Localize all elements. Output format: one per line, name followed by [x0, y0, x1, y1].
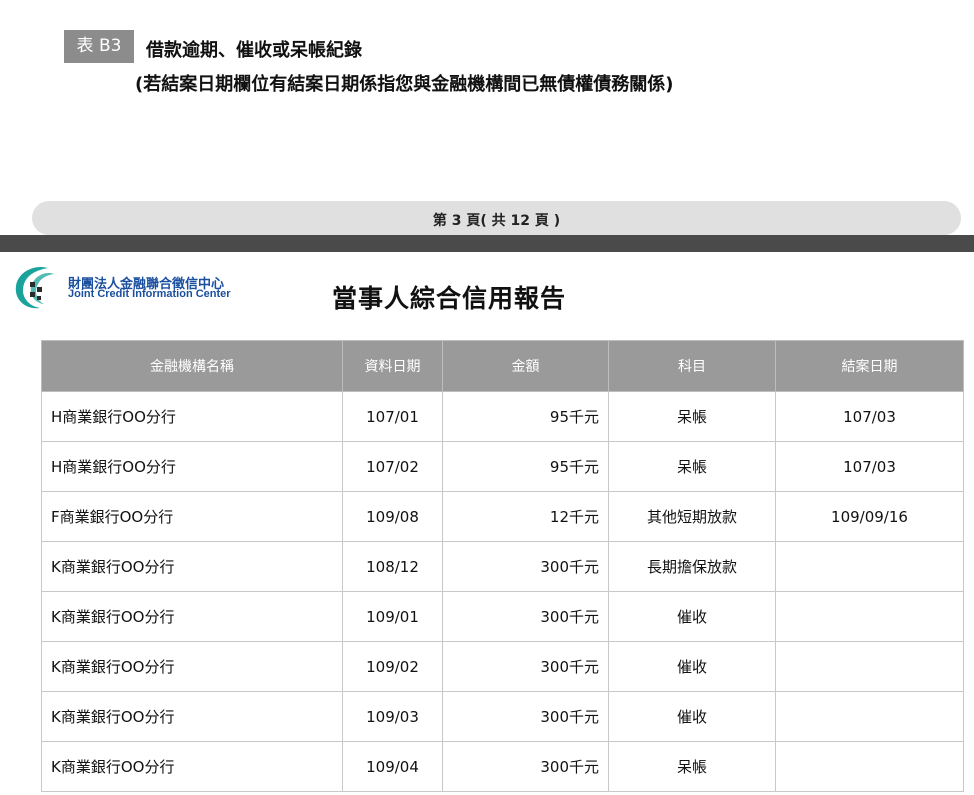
cell-amount: 300千元	[442, 541, 609, 592]
cell-data-date: 109/04	[342, 741, 443, 792]
section-subtitle: (若結案日期欄位有結案日期係指您與金融機構間已無債權債務關係)	[135, 74, 674, 95]
cell-data-date: 109/03	[342, 691, 443, 742]
cell-close-date	[775, 741, 964, 792]
column-header-close-date: 結案日期	[775, 340, 964, 392]
cell-data-date: 109/02	[342, 641, 443, 692]
cell-amount: 95千元	[442, 441, 609, 492]
table-header-row: 金融機構名稱 資料日期 金額 科目 結案日期	[41, 340, 964, 392]
cell-data-date: 109/08	[342, 491, 443, 542]
cell-close-date	[775, 691, 964, 742]
table-row: K商業銀行OO分行 108/12 300千元 長期擔保放款	[41, 541, 964, 592]
cell-institution: K商業銀行OO分行	[41, 591, 343, 642]
cell-institution: H商業銀行OO分行	[41, 441, 343, 492]
cell-item: 催收	[608, 691, 776, 742]
table-row: F商業銀行OO分行 109/08 12千元 其他短期放款 109/09/16	[41, 491, 964, 542]
cell-amount: 300千元	[442, 641, 609, 692]
cell-close-date: 107/03	[775, 391, 964, 442]
table-tag: 表 B3	[64, 30, 134, 63]
cell-close-date: 109/09/16	[775, 491, 964, 542]
cell-item: 催收	[608, 591, 776, 642]
cell-data-date: 107/01	[342, 391, 443, 442]
table-row: K商業銀行OO分行 109/04 300千元 呆帳	[41, 741, 964, 792]
column-header-data-date: 資料日期	[342, 340, 443, 392]
cell-data-date: 107/02	[342, 441, 443, 492]
cell-data-date: 108/12	[342, 541, 443, 592]
table-row: H商業銀行OO分行 107/02 95千元 呆帳 107/03	[41, 441, 964, 492]
page-indicator-text: 第 3 頁( 共 12 頁 )	[432, 213, 561, 229]
table-row: K商業銀行OO分行 109/03 300千元 催收	[41, 691, 964, 742]
cell-close-date	[775, 591, 964, 642]
cell-amount: 300千元	[442, 691, 609, 742]
org-name-en: Joint Credit Information Center	[68, 288, 231, 300]
cell-item: 長期擔保放款	[608, 541, 776, 592]
table-row: K商業銀行OO分行 109/02 300千元 催收	[41, 641, 964, 692]
page-divider	[0, 235, 974, 252]
cell-institution: K商業銀行OO分行	[41, 641, 343, 692]
table-row: K商業銀行OO分行 109/01 300千元 催收	[41, 591, 964, 642]
report-title: 當事人綜合信用報告	[332, 284, 567, 313]
section-title: 借款逾期、催收或呆帳紀錄	[146, 40, 362, 61]
jcic-logo-icon	[15, 266, 54, 309]
cell-item: 呆帳	[608, 741, 776, 792]
cell-institution: H商業銀行OO分行	[41, 391, 343, 442]
cell-institution: F商業銀行OO分行	[41, 491, 343, 542]
cell-close-date	[775, 641, 964, 692]
cell-amount: 300千元	[442, 741, 609, 792]
cell-amount: 95千元	[442, 391, 609, 442]
delinquency-table: 金融機構名稱 資料日期 金額 科目 結案日期 H商業銀行OO分行 107/01 …	[41, 340, 964, 792]
cell-institution: K商業銀行OO分行	[41, 691, 343, 742]
cell-item: 催收	[608, 641, 776, 692]
column-header-item: 科目	[608, 340, 776, 392]
column-header-institution: 金融機構名稱	[41, 340, 343, 392]
cell-item: 呆帳	[608, 391, 776, 442]
cell-amount: 12千元	[442, 491, 609, 542]
page-indicator-bar: 第 3 頁( 共 12 頁 )	[32, 201, 961, 235]
cell-data-date: 109/01	[342, 591, 443, 642]
cell-amount: 300千元	[442, 591, 609, 642]
table-row: H商業銀行OO分行 107/01 95千元 呆帳 107/03	[41, 391, 964, 442]
column-header-amount: 金額	[442, 340, 609, 392]
cell-institution: K商業銀行OO分行	[41, 541, 343, 592]
cell-close-date: 107/03	[775, 441, 964, 492]
cell-item: 其他短期放款	[608, 491, 776, 542]
cell-institution: K商業銀行OO分行	[41, 741, 343, 792]
cell-item: 呆帳	[608, 441, 776, 492]
cell-close-date	[775, 541, 964, 592]
